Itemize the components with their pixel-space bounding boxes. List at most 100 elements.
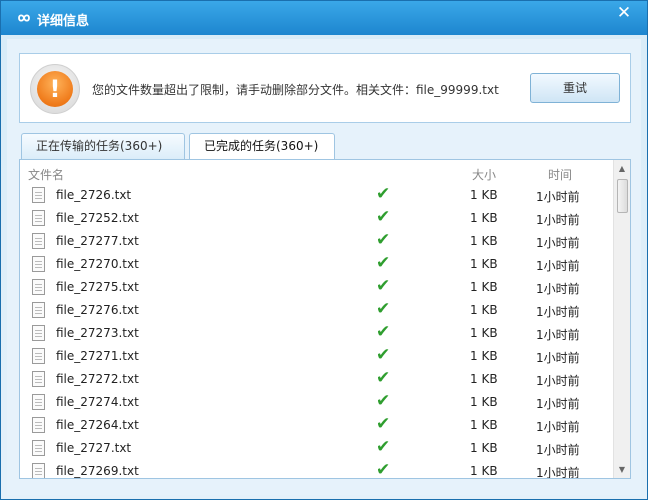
- window-title: 详细信息: [37, 14, 90, 29]
- completed-check-icon: ✔: [376, 299, 391, 319]
- tab-completed[interactable]: 已完成的任务(360+): [189, 133, 335, 160]
- text-file-icon: [32, 440, 45, 456]
- completed-check-icon: ✔: [376, 391, 391, 411]
- completed-check-icon: ✔: [376, 437, 391, 457]
- completed-check-icon: ✔: [376, 368, 391, 388]
- file-time: 1小时前: [536, 420, 580, 434]
- file-name: file_27264.txt: [56, 418, 139, 432]
- list-rows: file_2726.txt ✔ 1 KB 1小时前 file_27252.txt ✔ 1 K…: [20, 184, 612, 479]
- text-file-icon: [32, 371, 45, 387]
- text-file-icon: [32, 302, 45, 318]
- column-header-time[interactable]: 时间: [548, 166, 572, 183]
- completed-check-icon: ✔: [376, 230, 391, 250]
- text-file-icon: [32, 210, 45, 226]
- file-time: 1小时前: [536, 397, 580, 411]
- file-name: file_27274.txt: [56, 395, 139, 409]
- cloud-logo-icon: [18, 14, 30, 22]
- warning-icon-ring: !: [30, 64, 80, 114]
- file-name: file_2726.txt: [56, 188, 132, 202]
- column-header-size[interactable]: 大小: [472, 166, 496, 183]
- file-name: file_27271.txt: [56, 349, 139, 363]
- file-size: 1 KB: [470, 441, 498, 455]
- vertical-scrollbar[interactable]: ▲ ▼: [613, 160, 630, 478]
- completed-check-icon: ✔: [376, 276, 391, 296]
- table-row[interactable]: file_27252.txt ✔ 1 KB 1小时前: [20, 207, 612, 230]
- completed-check-icon: ✔: [376, 322, 391, 342]
- file-time: 1小时前: [536, 190, 580, 204]
- file-size: 1 KB: [470, 418, 498, 432]
- completed-check-icon: ✔: [376, 253, 391, 273]
- table-row[interactable]: file_27275.txt ✔ 1 KB 1小时前: [20, 276, 612, 299]
- text-file-icon: [32, 279, 45, 295]
- completed-task-list: 文件名 大小 时间 file_2726.txt ✔ 1 KB 1小时前 file_272…: [19, 159, 631, 479]
- table-row[interactable]: file_27264.txt ✔ 1 KB 1小时前: [20, 414, 612, 437]
- file-size: 1 KB: [470, 464, 498, 478]
- text-file-icon: [32, 463, 45, 478]
- file-size: 1 KB: [470, 257, 498, 271]
- completed-check-icon: ✔: [376, 345, 391, 365]
- file-size: 1 KB: [470, 303, 498, 317]
- column-header-name[interactable]: 文件名: [28, 166, 64, 183]
- file-time: 1小时前: [536, 305, 580, 319]
- file-time: 1小时前: [536, 374, 580, 388]
- close-button[interactable]: ✕: [609, 3, 639, 25]
- text-file-icon: [32, 256, 45, 272]
- file-size: 1 KB: [470, 211, 498, 225]
- completed-check-icon: ✔: [376, 460, 391, 479]
- file-size: 1 KB: [470, 280, 498, 294]
- file-time: 1小时前: [536, 351, 580, 365]
- completed-check-icon: ✔: [376, 184, 391, 204]
- table-row[interactable]: file_27270.txt ✔ 1 KB 1小时前: [20, 253, 612, 276]
- scroll-down-arrow-icon[interactable]: ▼: [614, 461, 630, 478]
- file-name: file_27252.txt: [56, 211, 139, 225]
- table-row[interactable]: file_27273.txt ✔ 1 KB 1小时前: [20, 322, 612, 345]
- tab-transferring[interactable]: 正在传输的任务(360+): [21, 133, 185, 159]
- text-file-icon: [32, 348, 45, 364]
- file-name: file_27273.txt: [56, 326, 139, 340]
- file-size: 1 KB: [470, 234, 498, 248]
- completed-check-icon: ✔: [376, 207, 391, 227]
- file-size: 1 KB: [470, 188, 498, 202]
- window-body: ! 您的文件数量超出了限制，请手动删除部分文件。相关文件：file_99999.…: [7, 39, 641, 495]
- table-row[interactable]: file_2726.txt ✔ 1 KB 1小时前: [20, 184, 612, 207]
- file-time: 1小时前: [536, 236, 580, 250]
- file-time: 1小时前: [536, 328, 580, 342]
- file-time: 1小时前: [536, 213, 580, 227]
- file-name: file_27272.txt: [56, 372, 139, 386]
- file-time: 1小时前: [536, 466, 580, 479]
- title-bar[interactable]: 详细信息 ✕: [1, 1, 647, 35]
- file-size: 1 KB: [470, 372, 498, 386]
- list-header: 文件名 大小 时间: [20, 160, 612, 184]
- details-window: 详细信息 ✕ ! 您的文件数量超出了限制，请手动删除部分文件。相关文件：file…: [0, 0, 648, 500]
- file-time: 1小时前: [536, 443, 580, 457]
- table-row[interactable]: file_2727.txt ✔ 1 KB 1小时前: [20, 437, 612, 460]
- file-size: 1 KB: [470, 326, 498, 340]
- text-file-icon: [32, 325, 45, 341]
- file-name: file_27276.txt: [56, 303, 139, 317]
- scroll-thumb[interactable]: [617, 179, 628, 213]
- table-row[interactable]: file_27271.txt ✔ 1 KB 1小时前: [20, 345, 612, 368]
- alert-banner: ! 您的文件数量超出了限制，请手动删除部分文件。相关文件：file_99999.…: [19, 53, 631, 123]
- text-file-icon: [32, 233, 45, 249]
- file-name: file_27269.txt: [56, 464, 139, 478]
- table-row[interactable]: file_27277.txt ✔ 1 KB 1小时前: [20, 230, 612, 253]
- text-file-icon: [32, 394, 45, 410]
- text-file-icon: [32, 187, 45, 203]
- file-name: file_27275.txt: [56, 280, 139, 294]
- table-row[interactable]: file_27272.txt ✔ 1 KB 1小时前: [20, 368, 612, 391]
- file-size: 1 KB: [470, 349, 498, 363]
- alert-message: 您的文件数量超出了限制，请手动删除部分文件。相关文件：file_99999.tx…: [92, 83, 499, 97]
- file-size: 1 KB: [470, 395, 498, 409]
- retry-button[interactable]: 重试: [530, 73, 620, 103]
- table-row[interactable]: file_27274.txt ✔ 1 KB 1小时前: [20, 391, 612, 414]
- file-time: 1小时前: [536, 259, 580, 273]
- file-name: file_27270.txt: [56, 257, 139, 271]
- warning-icon: !: [37, 71, 73, 107]
- completed-check-icon: ✔: [376, 414, 391, 434]
- scroll-up-arrow-icon[interactable]: ▲: [614, 160, 630, 177]
- file-name: file_27277.txt: [56, 234, 139, 248]
- file-time: 1小时前: [536, 282, 580, 296]
- table-row[interactable]: file_27276.txt ✔ 1 KB 1小时前: [20, 299, 612, 322]
- table-row[interactable]: file_27269.txt ✔ 1 KB 1小时前: [20, 460, 612, 479]
- file-name: file_2727.txt: [56, 441, 132, 455]
